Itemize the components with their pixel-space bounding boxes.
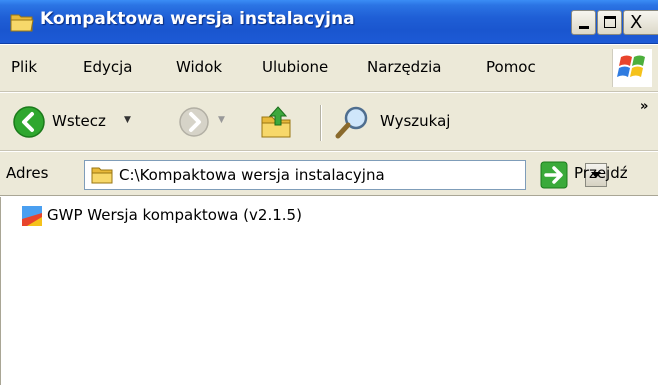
toolbar-overflow-icon[interactable]: » <box>640 99 648 114</box>
folder-icon <box>91 167 113 184</box>
application-icon <box>22 206 42 226</box>
forward-arrow-icon <box>179 107 209 137</box>
address-value: C:\Kompaktowa wersja instalacyjna <box>119 166 385 184</box>
title-bar[interactable]: Kompaktowa wersja instalacyjna X <box>0 0 658 44</box>
menu-item-pomoc[interactable]: Pomoc <box>486 58 536 76</box>
menu-item-widok[interactable]: Widok <box>176 58 222 76</box>
search-label: Wyszukaj <box>380 112 451 130</box>
maximize-icon <box>604 16 616 28</box>
file-list: GWP Wersja kompaktowa (v2.1.5) <box>0 197 658 385</box>
folder-up-icon[interactable] <box>256 103 296 141</box>
close-icon: X <box>630 12 643 33</box>
back-arrow-icon <box>13 106 45 138</box>
menu-bar: Plik Edycja Widok Ulubione Narzędzia Pom… <box>0 45 658 92</box>
windows-flag-icon <box>617 55 645 77</box>
file-name: GWP Wersja kompaktowa (v2.1.5) <box>47 206 302 224</box>
menu-item-narzedzia[interactable]: Narzędzia <box>367 58 441 76</box>
close-button[interactable]: X <box>623 10 658 35</box>
windows-logo <box>612 49 652 87</box>
go-label: Przejdź <box>574 164 628 182</box>
go-arrow-icon <box>540 161 568 189</box>
address-input[interactable]: C:\Kompaktowa wersja instalacyjna <box>84 160 607 190</box>
folder-icon <box>10 14 34 32</box>
maximize-button[interactable] <box>597 10 622 35</box>
forward-dropdown-icon[interactable]: ▼ <box>218 115 225 125</box>
menu-item-plik[interactable]: Plik <box>11 58 37 76</box>
toolbar-separator <box>320 105 322 141</box>
minimize-icon <box>579 26 589 29</box>
search-icon <box>335 106 368 139</box>
back-dropdown-icon[interactable]: ▼ <box>124 115 131 125</box>
address-label: Adres <box>6 164 49 182</box>
menu-item-ulubione[interactable]: Ulubione <box>262 58 328 76</box>
address-bar: Adres C:\Kompaktowa wersja instalacyjna … <box>0 152 658 196</box>
back-label: Wstecz <box>52 112 106 130</box>
toolbar: Wstecz ▼ ▼ Wyszukaj » <box>0 93 658 151</box>
menu-item-edycja[interactable]: Edycja <box>83 58 132 76</box>
minimize-button[interactable] <box>571 10 596 35</box>
window-title: Kompaktowa wersja instalacyjna <box>40 9 355 29</box>
